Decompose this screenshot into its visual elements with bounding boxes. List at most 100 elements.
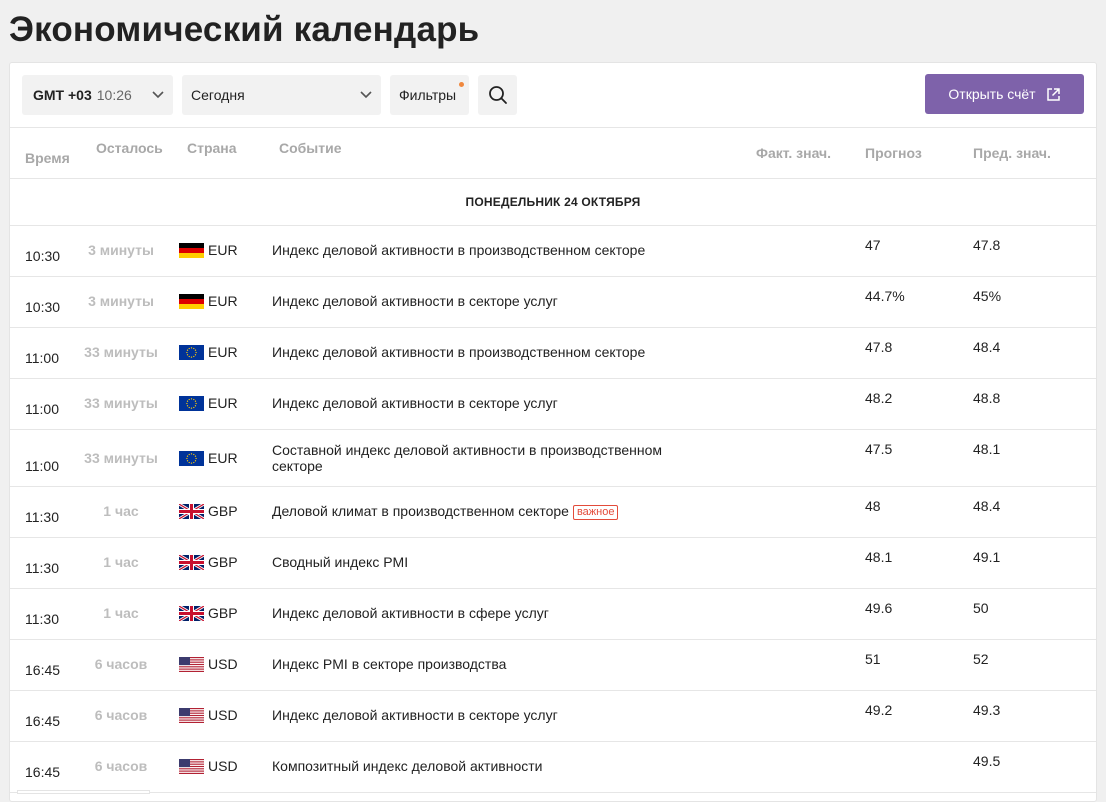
event-name[interactable]: Индекс деловой активности в секторе услу… [272,395,692,411]
previous-value: 49.3 [973,702,1001,718]
event-name-text: Составной индекс деловой активности в пр… [272,442,663,474]
timezone-clock: 10:26 [96,87,132,103]
time-remaining: 1 час [103,554,139,570]
table-row[interactable]: 11:30 1 час GBP Индекс деловой активности в… [10,589,1096,640]
search-button[interactable] [478,75,517,115]
event-name[interactable]: Деловой климат в производственном сектор… [272,503,692,520]
currency-code: GBP [208,605,238,621]
previous-value: 48.1 [973,441,1001,457]
flag-gb-icon [179,605,204,621]
event-time: 16:45 [25,764,61,780]
event-time: 11:30 [25,509,59,525]
table-row[interactable]: 11:00 33 минуты EUR Составной индекс делово… [10,430,1096,487]
flag-gb-icon [179,503,204,519]
event-time: 11:00 [25,458,59,474]
flag-eu-icon [179,395,204,411]
forecast-value: 47.5 [865,441,893,457]
event-name[interactable]: Составной индекс деловой активности в пр… [272,442,692,474]
forecast-value: 47.8 [865,339,893,355]
table-row[interactable]: 10:30 3 минуты EUR Индекс деловой активност… [10,226,1096,277]
country-cell: EUR [179,395,238,411]
forecast-value: 48 [865,498,881,514]
events-list: 10:30 3 минуты EUR Индекс деловой активност… [10,226,1096,793]
event-name[interactable]: Индекс деловой активности в сфере услуг [272,605,692,621]
previous-value: 49.1 [973,549,1001,565]
previous-value: 49.5 [973,753,1001,769]
col-time: Время [25,150,70,166]
flag-de-icon [179,293,204,309]
table-row[interactable]: 11:00 33 минуты EUR Индекс деловой активнос… [10,328,1096,379]
search-icon [488,86,507,104]
event-name-text: Композитный индекс деловой активности [272,758,543,774]
time-remaining: 1 час [103,605,139,621]
event-name-text: Индекс деловой активности в производстве… [272,344,646,360]
currency-code: EUR [208,293,238,309]
open-account-button[interactable]: Открыть счёт [925,74,1084,114]
time-remaining: 3 минуты [88,293,154,309]
timezone-select[interactable]: GMT +03 10:26 [22,75,173,115]
flag-eu-icon [179,344,204,360]
event-name[interactable]: Сводный индекс PMI [272,554,692,570]
currency-code: USD [208,758,238,774]
country-cell: GBP [179,503,238,519]
flag-us-icon [179,707,204,723]
currency-code: EUR [208,344,238,360]
forecast-value: 49.2 [865,702,893,718]
table-row[interactable]: 16:45 6 часов USD Индекс PMI в секторе прои… [10,640,1096,691]
filters-label: Фильтры [399,87,457,103]
event-time: 11:00 [25,350,59,366]
event-name[interactable]: Индекс деловой активности в секторе услу… [272,293,692,309]
country-cell: USD [179,758,238,774]
event-time: 11:00 [25,401,59,417]
date-select[interactable]: Сегодня [182,75,381,115]
forecast-value: 48.2 [865,390,893,406]
time-remaining: 33 минуты [84,344,158,360]
table-row[interactable]: 11:30 1 час GBP Сводный индекс PMI 48.1 49.1 [10,538,1096,589]
previous-value: 48.4 [973,498,1001,514]
flag-gb-icon [179,554,204,570]
time-remaining: 6 часов [94,758,148,774]
event-name[interactable]: Индекс деловой активности в производстве… [272,242,692,258]
day-header: ПОНЕДЕЛЬНИК 24 ОКТЯБРЯ [10,179,1096,226]
event-name-text: Индекс деловой активности в сфере услуг [272,605,549,621]
table-row[interactable]: 10:30 3 минуты EUR Индекс деловой активност… [10,277,1096,328]
event-name[interactable]: Индекс деловой активности в производстве… [272,344,692,360]
country-cell: GBP [179,554,238,570]
time-remaining: 3 минуты [88,242,154,258]
flag-us-icon [179,656,204,672]
country-cell: USD [179,656,238,672]
event-name-text: Индекс деловой активности в производстве… [272,242,646,258]
timezone-label: GMT +03 [33,87,92,103]
event-name[interactable]: Индекс PMI в секторе производства [272,656,692,672]
filters-indicator-dot [459,82,464,87]
event-name[interactable]: Композитный индекс деловой активности [272,758,692,774]
previous-value: 48.8 [973,390,1001,406]
currency-code: EUR [208,450,238,466]
event-name-text: Индекс PMI в секторе производства [272,656,507,672]
event-time: 10:30 [25,248,61,264]
country-cell: EUR [179,242,238,258]
forecast-value: 51 [865,651,881,667]
currency-code: EUR [208,242,238,258]
event-name-text: Индекс деловой активности в секторе услу… [272,293,558,309]
event-name[interactable]: Индекс деловой активности в секторе услу… [272,707,692,723]
page-title: Экономический календарь [9,10,480,49]
country-cell: EUR [179,344,238,360]
currency-code: USD [208,707,238,723]
event-name-text: Индекс деловой активности в секторе услу… [272,395,558,411]
time-remaining: 1 час [103,503,139,519]
col-forecast: Прогноз [865,145,922,161]
country-cell: USD [179,707,238,723]
table-row[interactable]: 11:00 33 минуты EUR Индекс деловой активнос… [10,379,1096,430]
currency-code: GBP [208,503,238,519]
table-row[interactable]: 16:45 6 часов USD Композитный индекс делово… [10,742,1096,793]
time-remaining: 6 часов [94,656,148,672]
bottom-tab [17,790,150,794]
previous-value: 47.8 [973,237,1001,253]
table-row[interactable]: 16:45 6 часов USD Индекс деловой активности… [10,691,1096,742]
table-row[interactable]: 11:30 1 час GBP Деловой климат в производст… [10,487,1096,538]
country-cell: EUR [179,450,238,466]
date-select-value: Сегодня [191,87,245,103]
flag-eu-icon [179,450,204,466]
filters-button[interactable]: Фильтры [390,75,469,115]
